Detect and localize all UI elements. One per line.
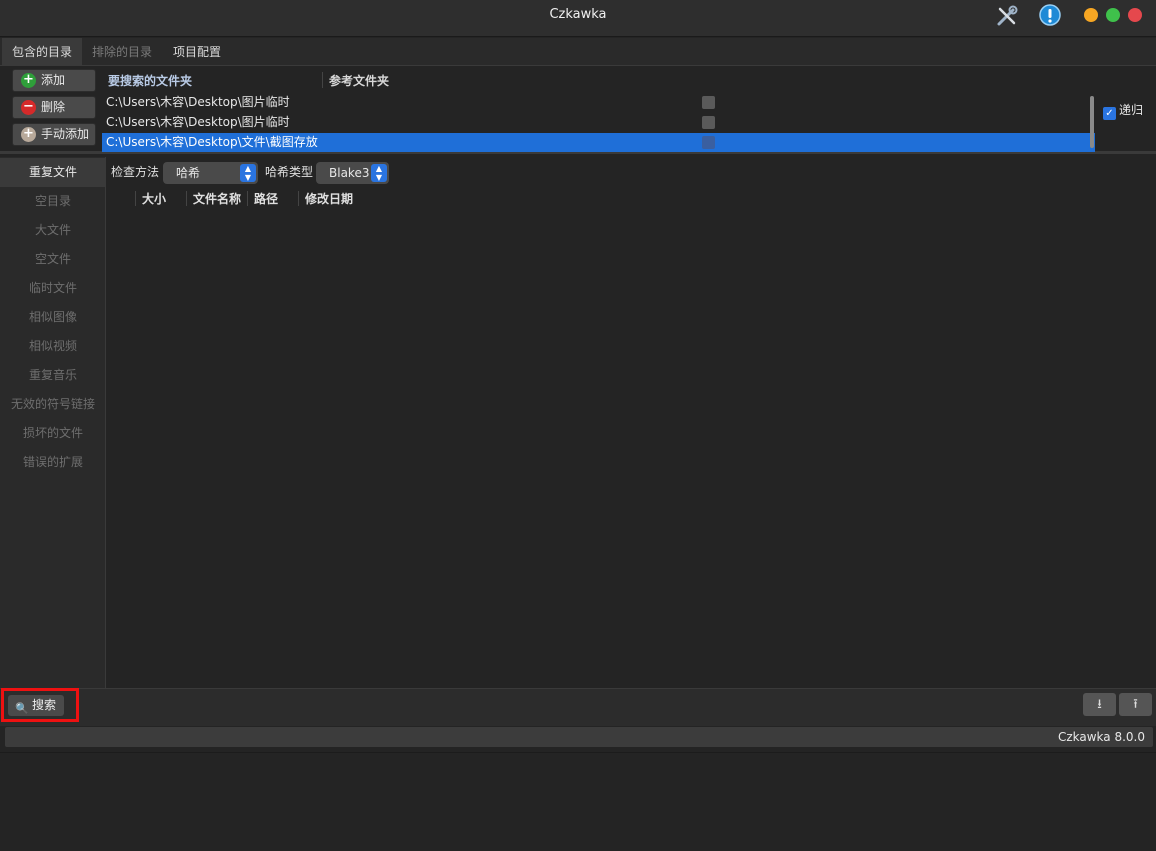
hash-type-value: Blake3 <box>329 166 370 180</box>
nav-broken-files[interactable]: 损坏的文件 <box>0 419 106 448</box>
nav-similar-videos[interactable]: 相似视频 <box>0 332 106 361</box>
hash-type-label: 哈希类型 <box>265 165 314 179</box>
column-divider <box>135 191 136 206</box>
column-divider <box>186 191 187 206</box>
maximize-button[interactable] <box>1106 8 1120 22</box>
column-divider <box>298 191 299 206</box>
updown-chevron-icon: ▲ ▼ <box>240 164 256 182</box>
column-divider <box>322 72 323 88</box>
minimize-button[interactable] <box>1084 8 1098 22</box>
manual-add-button[interactable]: + 手动添加 <box>12 123 96 146</box>
tool-sidebar: 重复文件 空目录 大文件 空文件 临时文件 相似图像 相似视频 重复音乐 无效的… <box>0 157 106 688</box>
reference-checkbox[interactable] <box>702 116 715 129</box>
remove-dir-button[interactable]: − 删除 <box>12 96 96 119</box>
tab-project-config[interactable]: 项目配置 <box>163 38 231 66</box>
dir-row-selected[interactable]: C:\Users\木容\Desktop\文件\截图存放 <box>102 133 1095 152</box>
tab-included-dirs[interactable]: 包含的目录 <box>2 38 83 66</box>
bottom-toolbar: 🔍 搜索 ⭳ ⭱ <box>0 688 1156 726</box>
check-method-label: 检查方法 <box>111 165 160 179</box>
remove-dir-label: 删除 <box>41 100 66 114</box>
nav-duplicate-files[interactable]: 重复文件 <box>0 158 106 187</box>
about-icon[interactable] <box>1038 4 1062 28</box>
plus-icon: + <box>21 127 36 142</box>
check-method-select[interactable]: 哈希 ▲ ▼ <box>163 162 258 184</box>
checkmark-icon[interactable]: ✓ <box>1103 107 1116 120</box>
status-bar: Czkawka 8.0.0 <box>5 727 1153 747</box>
nav-empty-files[interactable]: 空文件 <box>0 245 106 274</box>
nav-duplicate-music[interactable]: 重复音乐 <box>0 361 106 390</box>
reference-checkbox[interactable] <box>702 96 715 109</box>
nav-big-files[interactable]: 大文件 <box>0 216 106 245</box>
column-header-modified-date[interactable]: 修改日期 <box>305 190 353 208</box>
column-divider <box>247 191 248 206</box>
add-dir-button[interactable]: + 添加 <box>12 69 96 92</box>
recursive-label: 递归 <box>1119 103 1144 117</box>
settings-icon[interactable] <box>995 4 1019 28</box>
check-method-value: 哈希 <box>176 166 201 180</box>
search-folders-header[interactable]: 要搜索的文件夹 <box>108 72 192 89</box>
column-header-size[interactable]: 大小 <box>142 190 166 208</box>
column-header-filename[interactable]: 文件名称 <box>193 190 241 208</box>
nav-similar-images[interactable]: 相似图像 <box>0 303 106 332</box>
directory-panel: + 添加 − 删除 + 手动添加 要搜索的文件夹 参考文件夹 C:\Users\… <box>0 66 1156 154</box>
collapse-panel-icon[interactable]: ⭳ <box>1083 693 1116 716</box>
text-view-panel <box>0 752 1156 851</box>
close-button[interactable] <box>1128 8 1142 22</box>
dir-row[interactable]: C:\Users\木容\Desktop\图片临时 <box>102 93 1095 112</box>
nav-temporary-files[interactable]: 临时文件 <box>0 274 106 303</box>
updown-chevron-icon: ▲ ▼ <box>371 164 387 182</box>
reference-checkbox[interactable] <box>702 136 715 149</box>
nav-empty-folders[interactable]: 空目录 <box>0 187 106 216</box>
dir-path: C:\Users\木容\Desktop\文件\截图存放 <box>106 135 318 149</box>
expand-panel-icon[interactable]: ⭱ <box>1119 693 1152 716</box>
nav-invalid-symlinks[interactable]: 无效的符号链接 <box>0 390 106 419</box>
directory-tabs: 包含的目录 排除的目录 项目配置 <box>0 38 1156 66</box>
manual-add-label: 手动添加 <box>41 127 90 141</box>
hash-type-select[interactable]: Blake3 ▲ ▼ <box>316 162 389 184</box>
plus-icon: + <box>21 73 36 88</box>
reference-folders-header[interactable]: 参考文件夹 <box>329 72 389 89</box>
title-bar: Czkawka <box>0 0 1156 37</box>
dir-row[interactable]: C:\Users\木容\Desktop\图片临时 <box>102 113 1095 132</box>
minus-icon: − <box>21 100 36 115</box>
nav-bad-extensions[interactable]: 错误的扩展 <box>0 448 106 477</box>
dir-list-scrollbar[interactable] <box>1090 96 1094 148</box>
tab-excluded-dirs[interactable]: 排除的目录 <box>82 38 162 66</box>
add-dir-label: 添加 <box>41 73 66 87</box>
dir-path: C:\Users\木容\Desktop\图片临时 <box>106 115 290 129</box>
window-title: Czkawka <box>549 7 607 22</box>
recursive-toggle[interactable]: ✓ 递归 <box>1103 101 1143 120</box>
column-header-path[interactable]: 路径 <box>254 190 278 208</box>
search-button-highlight <box>1 688 79 722</box>
dir-path: C:\Users\木容\Desktop\图片临时 <box>106 95 290 109</box>
